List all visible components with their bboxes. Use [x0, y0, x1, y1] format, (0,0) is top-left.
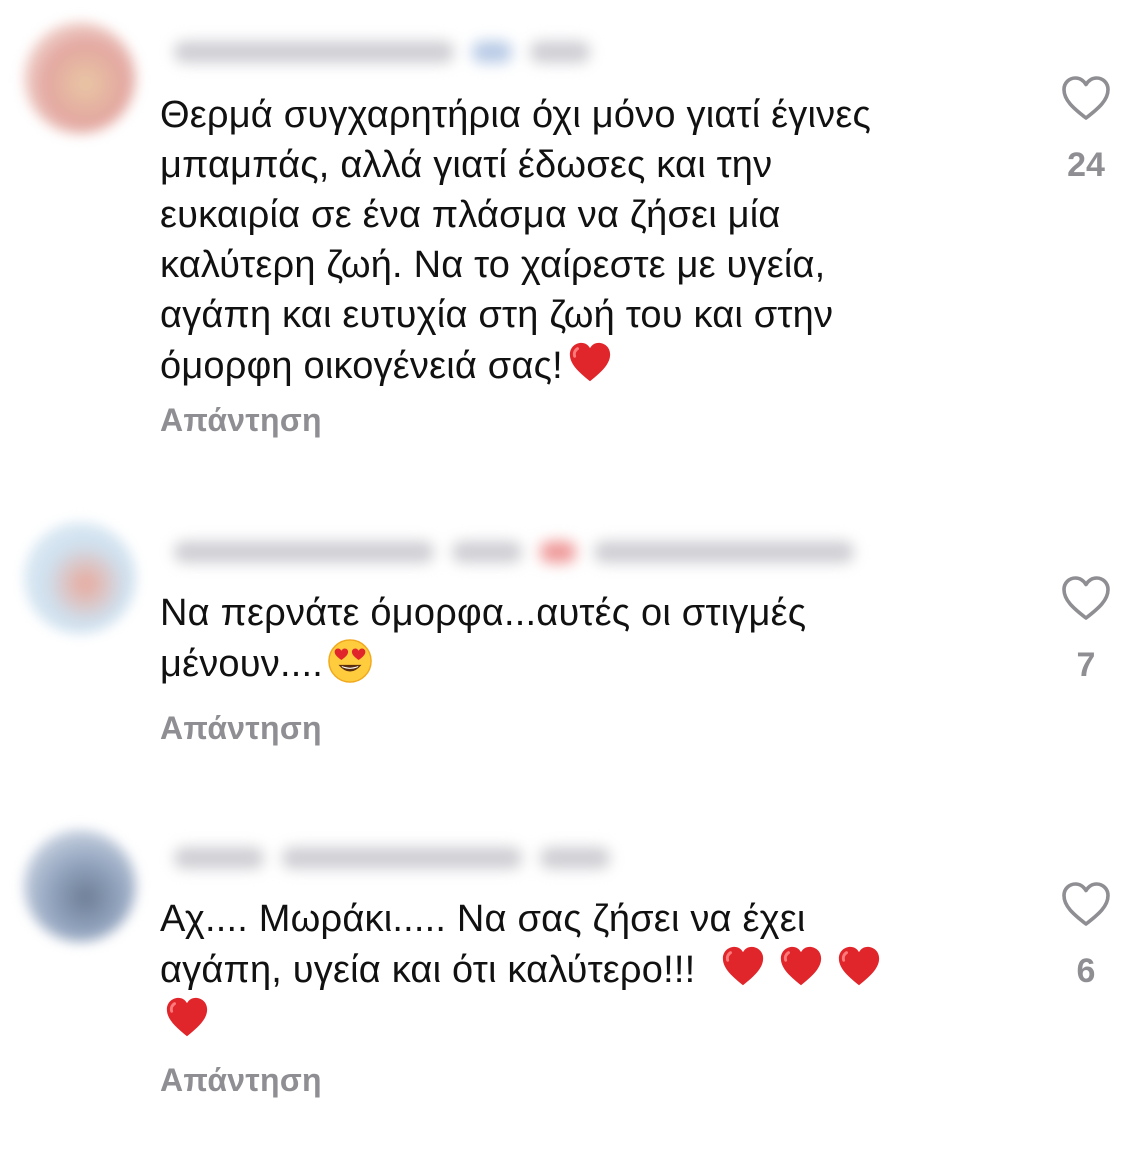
heart-outline-icon[interactable]: [1060, 880, 1112, 928]
comment-line-text: όμορφη οικογένειά σας!: [160, 345, 563, 387]
comment-line: αγάπη και ευτυχία στη ζωή του και στην: [160, 294, 834, 336]
comment-line: μένουν....: [160, 638, 1020, 689]
username-blurred[interactable]: [160, 34, 660, 70]
comment-line: καλύτερη ζωή. Να το χαίρεστε με υγεία,: [160, 244, 826, 286]
comment-line: ευκαιρία σε ένα πλάσμα να ζήσει μία: [160, 194, 781, 236]
reply-button[interactable]: Απάντηση: [160, 402, 322, 439]
like-count: 24: [1067, 146, 1105, 184]
comment-line: Θερμά συγχαρητήρια όχι μόνο γιατί έγινες: [160, 94, 871, 136]
red-heart-emoji: [723, 946, 764, 986]
username-blurred[interactable]: [160, 840, 660, 876]
heart-eyes-face-emoji: [328, 639, 372, 683]
like-count: 6: [1076, 952, 1096, 990]
avatar[interactable]: [24, 830, 136, 942]
avatar[interactable]: [24, 22, 136, 134]
comment-line: [160, 995, 1020, 1046]
comment-text: Θερμά συγχαρητήρια όχι μόνο γιατί έγινες…: [160, 90, 1020, 391]
heart-outline-icon[interactable]: [1060, 574, 1112, 622]
comment-text: Να περνάτε όμορφα...αυτές οι στιγμές μέν…: [160, 588, 1020, 689]
comment-line: Αχ.... Μωράκι..... Να σας ζήσει να έχει: [160, 898, 806, 940]
comment-text: Αχ.... Μωράκι..... Να σας ζήσει να έχει …: [160, 894, 1020, 1046]
red-heart-emoji: [166, 997, 208, 1037]
comment-line: αγάπη, υγεία και ότι καλύτερο!!!: [160, 944, 1020, 995]
comment-line: Να περνάτε όμορφα...αυτές οι στιγμές: [160, 592, 807, 634]
heart-outline-icon[interactable]: [1060, 74, 1112, 122]
comment-line-text: μένουν....: [160, 643, 323, 685]
red-heart-emoji: [781, 946, 822, 986]
comment-line-text: αγάπη, υγεία και ότι καλύτερο!!!: [160, 949, 696, 991]
like-count: 7: [1076, 646, 1096, 684]
username-blurred[interactable]: [160, 534, 940, 570]
red-heart-emoji: [569, 342, 611, 382]
reply-button[interactable]: Απάντηση: [160, 1062, 322, 1099]
reply-button[interactable]: Απάντηση: [160, 710, 322, 747]
comment-line: μπαμπάς, αλλά γιατί έδωσες και την: [160, 144, 773, 186]
red-heart-emoji: [839, 946, 880, 986]
avatar[interactable]: [24, 522, 136, 634]
comment-line: όμορφη οικογένειά σας!: [160, 340, 1020, 391]
